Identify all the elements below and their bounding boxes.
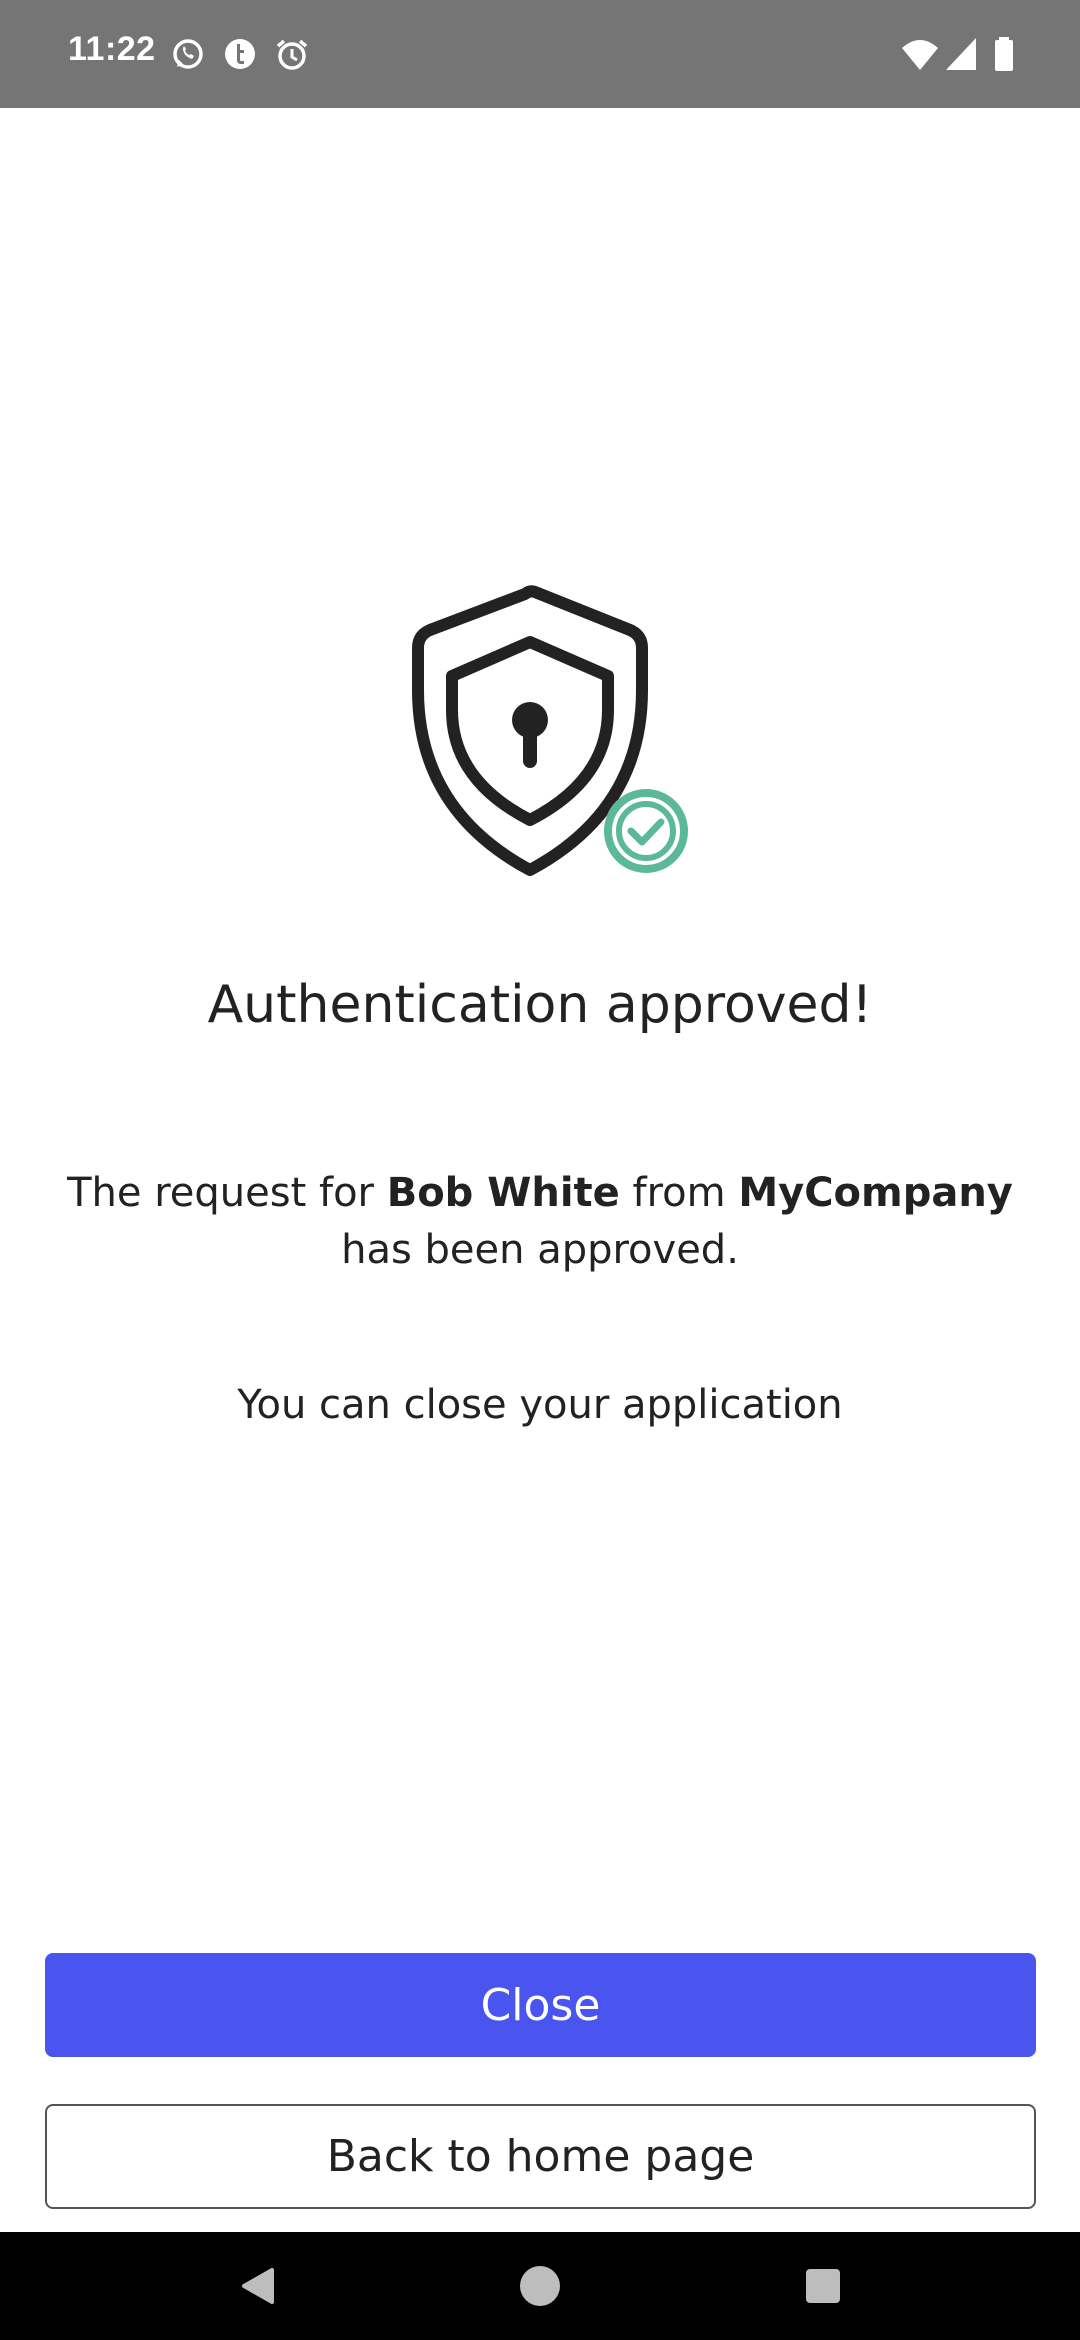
close-hint: You can close your application <box>237 1382 843 1428</box>
message-suffix: has been approved. <box>341 1227 739 1273</box>
page-title: Authentication approved! <box>207 975 873 1035</box>
close-button[interactable]: Close <box>45 1953 1036 2057</box>
user-name: Bob White <box>386 1170 620 1216</box>
shield-lock-icon <box>380 580 700 900</box>
battery-icon <box>984 34 1024 74</box>
recents-square-icon[interactable] <box>793 2256 853 2316</box>
status-time: 11:22 <box>68 30 156 68</box>
navigation-bar <box>0 2232 1080 2340</box>
message-middle: from <box>619 1170 739 1216</box>
whatsapp-icon <box>168 34 208 74</box>
screen: 11:22 Authentication approved! The reque… <box>0 0 1080 2340</box>
back-to-home-label: Back to home page <box>326 2131 755 2182</box>
back-triangle-icon[interactable] <box>228 2256 288 2316</box>
approval-message: The request for Bob White from MyCompany… <box>60 1165 1020 1279</box>
alarm-icon <box>272 34 312 74</box>
status-bar: 11:22 <box>0 0 1080 108</box>
back-to-home-button[interactable]: Back to home page <box>45 2104 1036 2209</box>
company-name: MyCompany <box>738 1170 1013 1216</box>
wifi-icon <box>900 34 940 74</box>
message-prefix: The request for <box>67 1170 387 1216</box>
cellular-signal-icon <box>942 34 982 74</box>
t-app-icon <box>220 34 260 74</box>
close-button-label: Close <box>480 1979 601 2031</box>
check-circle-icon <box>604 789 688 873</box>
home-circle-icon[interactable] <box>510 2256 570 2316</box>
